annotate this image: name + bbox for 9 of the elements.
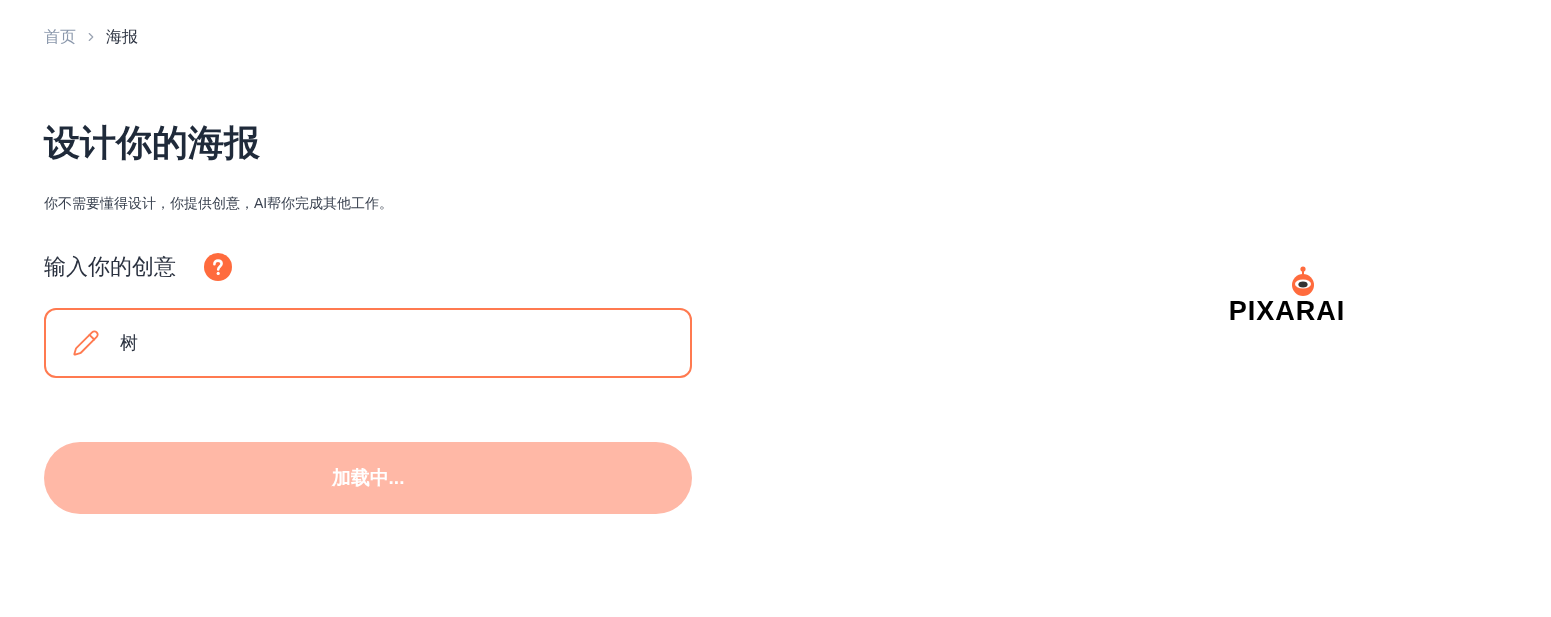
logo-wordmark: PIXARAI xyxy=(1228,295,1346,326)
help-icon[interactable] xyxy=(204,253,232,281)
pencil-icon xyxy=(72,329,100,357)
page-title: 设计你的海报 xyxy=(44,121,260,165)
breadcrumb-link[interactable]: 首页 xyxy=(44,26,76,48)
page-subtitle: 你不需要懂得设计，你提供创意，AI帮你完成其他工作。 xyxy=(44,194,394,213)
idea-input-field[interactable]: 树 xyxy=(44,308,692,378)
breadcrumb-current-page: 海报 xyxy=(106,27,138,47)
field-label: 输入你的创意 xyxy=(44,253,176,281)
